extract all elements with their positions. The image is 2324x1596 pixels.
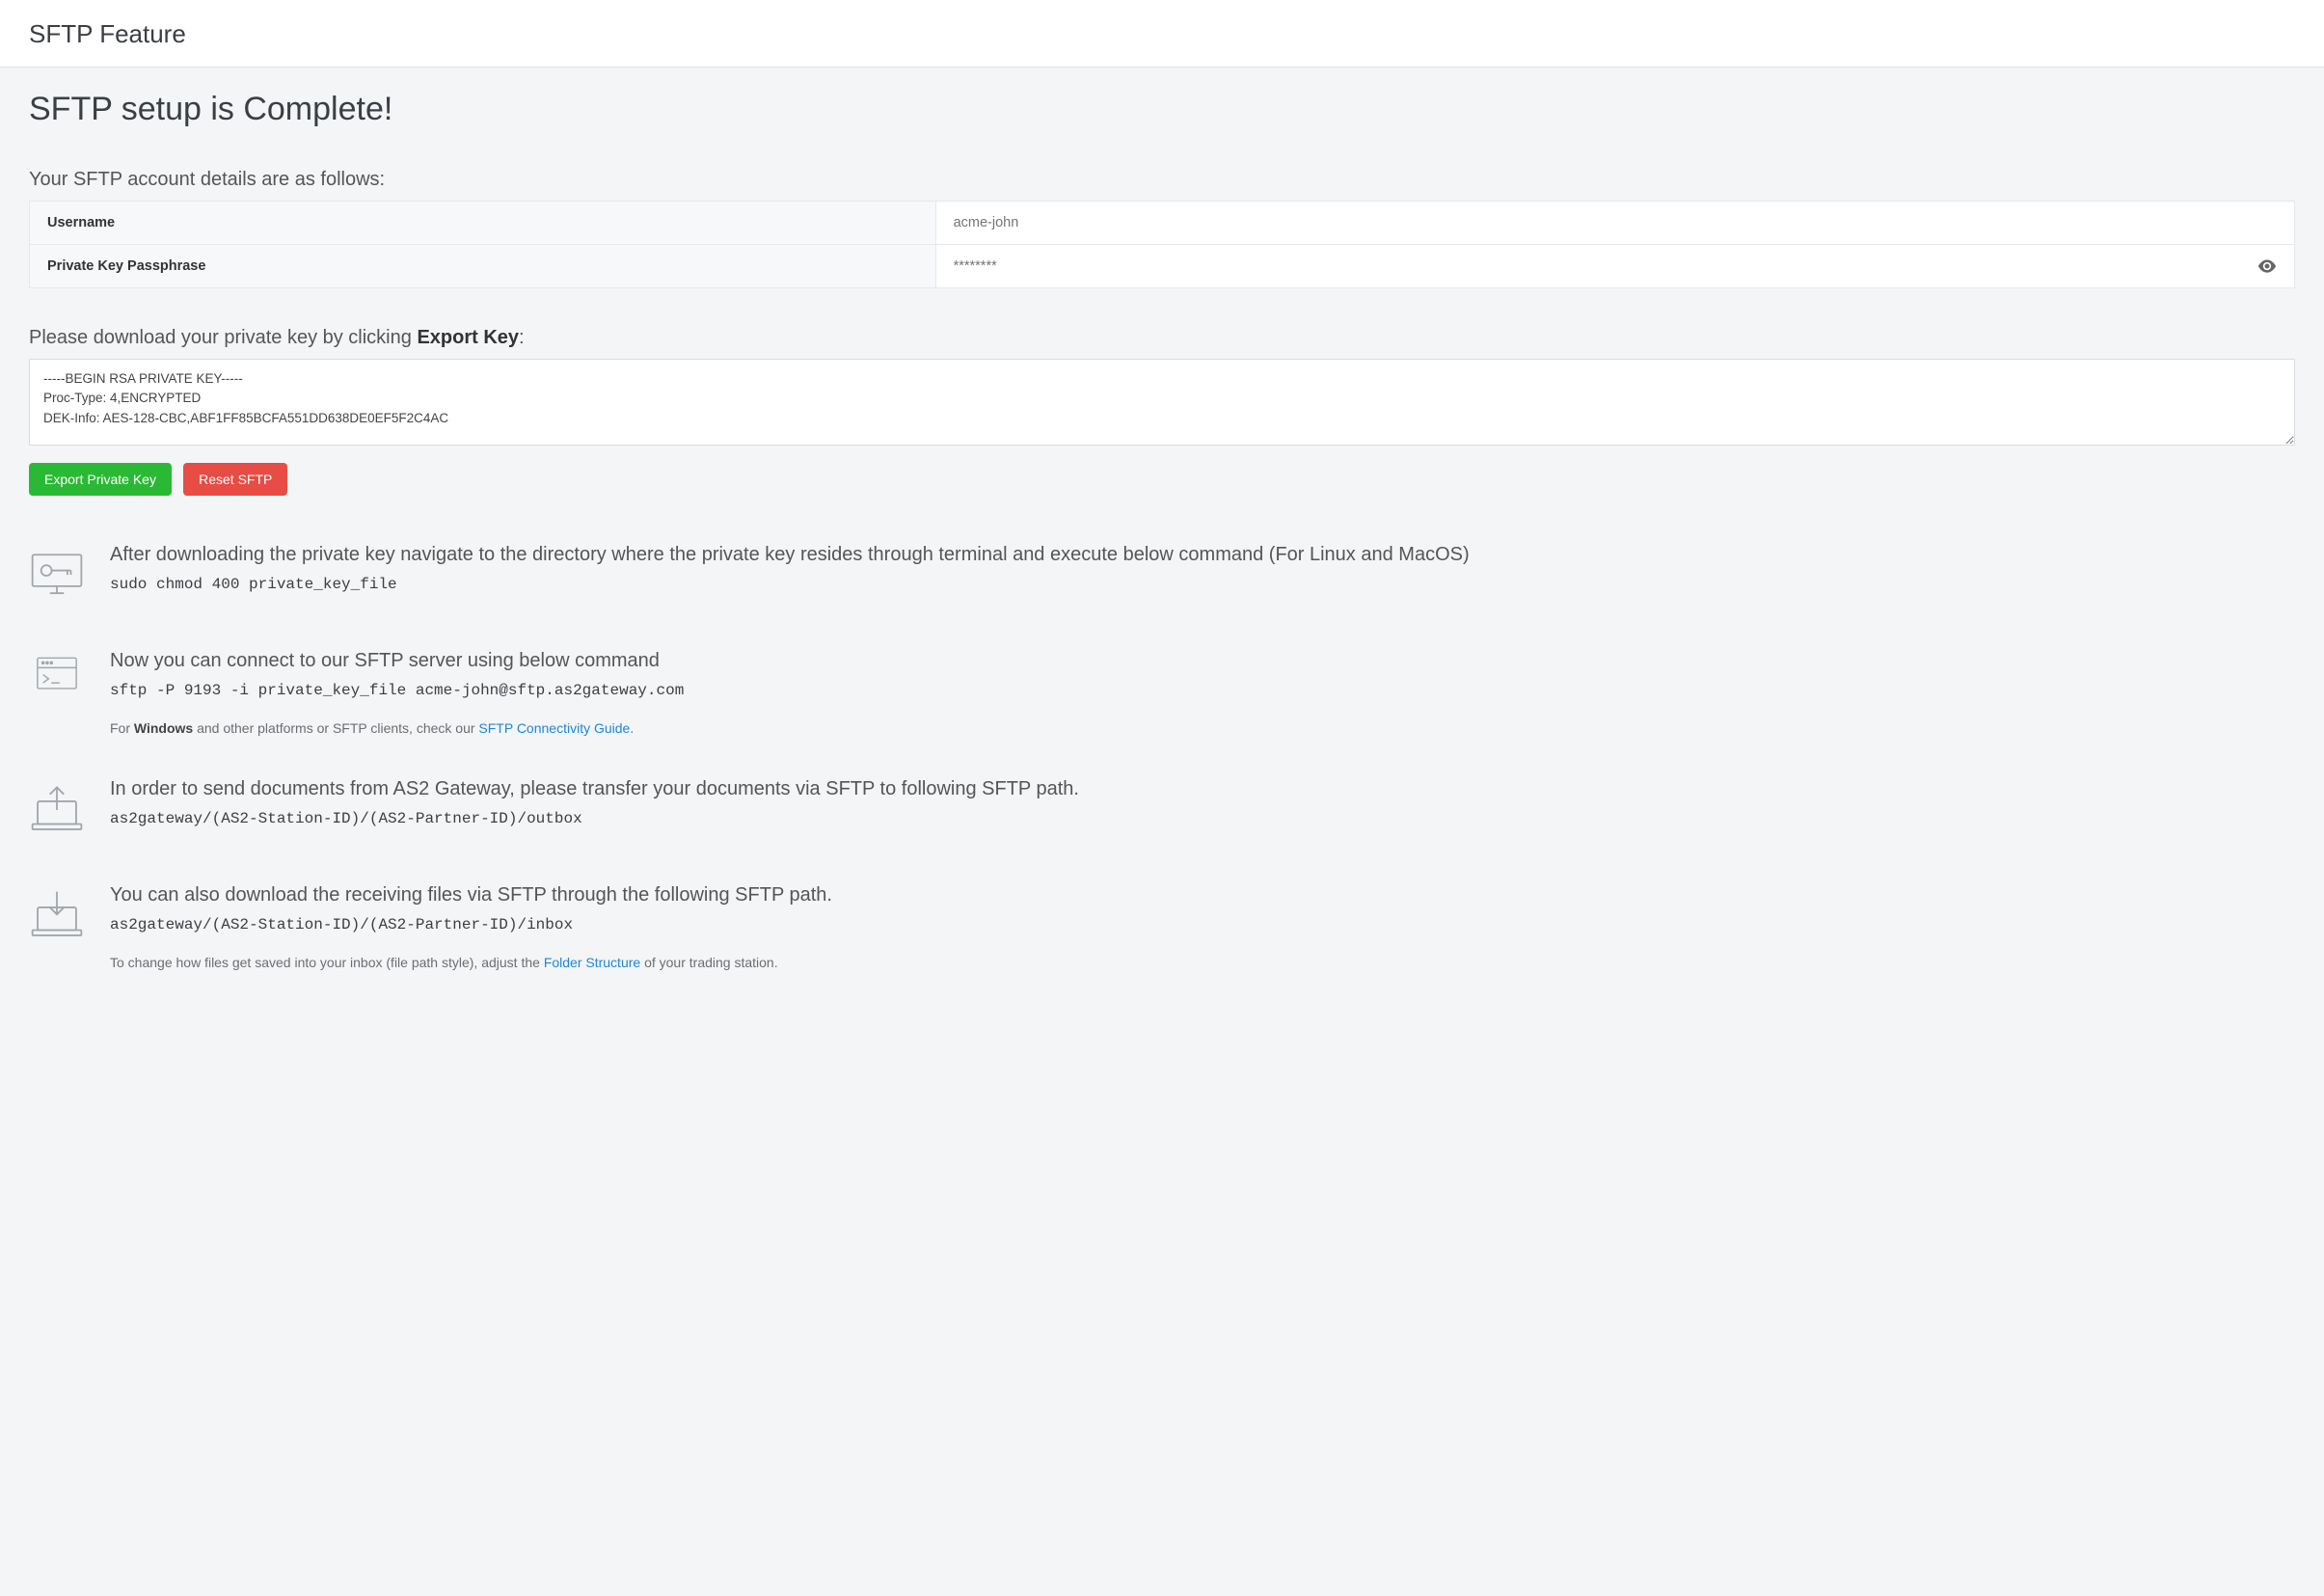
passphrase-label: Private Key Passphrase	[30, 245, 936, 288]
hint-post: .	[630, 720, 634, 736]
step-code: as2gateway/(AS2-Station-ID)/(AS2-Partner…	[110, 810, 2295, 827]
step-code: sftp -P 9193 -i private_key_file acme-jo…	[110, 682, 2295, 699]
export-key-heading: Please download your private key by clic…	[29, 327, 2295, 349]
step-code: as2gateway/(AS2-Station-ID)/(AS2-Partner…	[110, 916, 2295, 933]
passphrase-value: ********	[954, 258, 997, 274]
step-inbox: You can also download the receiving file…	[29, 884, 2295, 970]
page-header: SFTP Feature	[0, 0, 2324, 68]
header-title: SFTP Feature	[29, 19, 2295, 49]
export-heading-pre: Please download your private key by clic…	[29, 327, 417, 348]
step-text: In order to send documents from AS2 Gate…	[110, 778, 2295, 800]
export-heading-post: :	[519, 327, 525, 348]
export-private-key-button[interactable]: Export Private Key	[29, 463, 172, 496]
export-heading-strong: Export Key	[417, 327, 519, 348]
folder-structure-link[interactable]: Folder Structure	[544, 955, 640, 970]
username-value: acme-john	[935, 202, 2294, 245]
eye-icon[interactable]	[2257, 259, 2277, 273]
hint-mid: and other platforms or SFTP clients, che…	[193, 720, 478, 736]
reset-sftp-button[interactable]: Reset SFTP	[183, 463, 287, 496]
step-chmod: After downloading the private key naviga…	[29, 544, 2295, 608]
private-key-textarea[interactable]	[29, 359, 2295, 446]
account-details-table: Username acme-john Private Key Passphras…	[29, 201, 2295, 288]
table-row: Private Key Passphrase ********	[30, 245, 2295, 288]
account-details-heading: Your SFTP account details are as follows…	[29, 169, 2295, 191]
upload-laptop-icon	[29, 778, 85, 842]
hint-pre: For	[110, 720, 134, 736]
step-text: You can also download the receiving file…	[110, 884, 2295, 906]
step-text: Now you can connect to our SFTP server u…	[110, 650, 2295, 672]
key-monitor-icon	[29, 544, 85, 608]
connectivity-guide-link[interactable]: SFTP Connectivity Guide	[478, 720, 630, 736]
step-connect: Now you can connect to our SFTP server u…	[29, 650, 2295, 736]
step-code: sudo chmod 400 private_key_file	[110, 576, 2295, 593]
step-hint: For Windows and other platforms or SFTP …	[110, 720, 2295, 736]
table-row: Username acme-john	[30, 202, 2295, 245]
download-laptop-icon	[29, 884, 85, 948]
step-text: After downloading the private key naviga…	[110, 544, 2295, 566]
content-area: SFTP setup is Complete! Your SFTP accoun…	[0, 68, 2324, 1070]
hint-strong: Windows	[134, 720, 193, 736]
hint-post: of your trading station.	[640, 955, 777, 970]
username-label: Username	[30, 202, 936, 245]
step-hint: To change how files get saved into your …	[110, 955, 2295, 970]
terminal-icon	[29, 650, 85, 702]
hint-pre: To change how files get saved into your …	[110, 955, 544, 970]
step-outbox: In order to send documents from AS2 Gate…	[29, 778, 2295, 842]
page-title: SFTP setup is Complete!	[29, 91, 2295, 128]
